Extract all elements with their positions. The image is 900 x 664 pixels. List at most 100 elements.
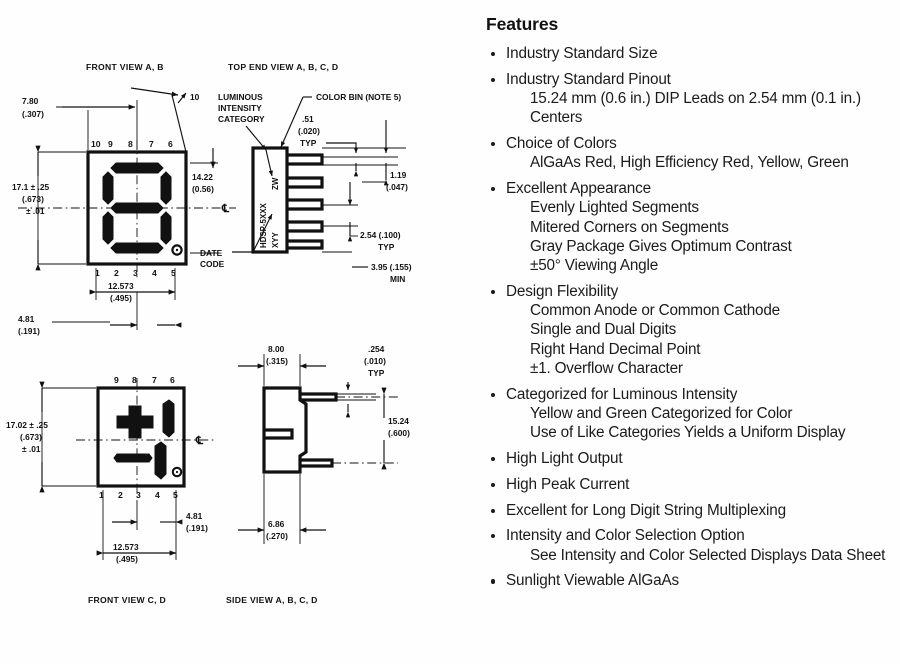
dim-686-inch: (.270) [266,531,288,541]
marking-bin: XYY [271,231,280,248]
bullet-icon [491,579,496,584]
dim-171-value: 17.1 ± .25 [12,182,50,192]
feature-subline: Common Anode or Common Cathode [530,302,780,320]
datasheet-page: .ln{stroke:#111;stroke-width:1.15;fill:n… [0,0,900,664]
dim-51-typ: TYP [300,138,317,148]
dim-span-12573-cd: 12.573 (.495) [96,490,177,564]
dim-395-value: 3.95 (.155) [371,262,412,272]
marking-category: ZW [271,177,280,190]
pin-numbers-bottom-cd: 1 2 3 4 5 [99,490,178,500]
lead-lower-side [300,458,334,468]
feature-subline: Right Hand Decimal Point [530,340,701,358]
feature-label: Industry Standard Size [506,45,658,62]
svg-text:6: 6 [168,139,173,149]
dim-lead-width-119: 1.19 (.047) [322,120,408,192]
feature-subline: 15.24 mm (0.6 in.) DIP Leads on 2.54 mm … [530,90,861,127]
callout-date-code-l1: DATE [200,248,223,258]
svg-text:6: 6 [170,375,175,385]
feature-label: Categorized for Luminous Intensity [506,385,738,403]
feature-item: Design Flexibility Common Anode or Common… [486,282,890,378]
feature-subline: Single and Dual Digits [530,321,677,339]
lead-2-top-end [287,176,324,189]
dim-481-inch: (.191) [18,326,40,336]
dim-254t-value: .254 [368,344,385,354]
callout-date-code-l2: CODE [200,259,225,269]
feature-item: Industry Standard Size [486,44,890,63]
feature-label: Design Flexibility [506,282,619,300]
bullet-icon [491,534,496,539]
dim-pitch-254: 2.54 (.100) TYP [322,182,401,252]
bullet-icon [491,142,496,147]
leader-pin-10: 10 [130,87,200,153]
feature-item: Choice of Colors AlGaAs Red, High Efficie… [486,134,890,173]
mechanical-drawing: .ln{stroke:#111;stroke-width:1.15;fill:n… [0,0,470,664]
feature-label: Sunlight Viewable AlGaAs [506,572,679,590]
feature-item: Sunlight Viewable AlGaAs [486,571,890,590]
svg-text:8: 8 [132,375,137,385]
feature-label: Excellent Appearance [506,180,651,198]
feature-item: Industry Standard Pinout 15.24 mm (0.6 in… [486,70,890,128]
dim-119-value: 1.19 [390,170,407,180]
feature-item: High Peak Current [486,475,890,494]
feature-subline: Mitered Corners on Segments [530,218,729,236]
dim-lead-length-1524: 15.24 (.600) [332,387,410,470]
bullet-icon [491,289,496,295]
feature-label: Intensity and Color Selection Option [506,527,745,545]
svg-text:4: 4 [152,268,157,278]
centerline-symbol-cd: ℄ [195,435,204,447]
dim-body-686: 6.86 (.270) [238,474,326,544]
svg-text:5: 5 [173,490,178,500]
lead-3-top-end [287,198,324,211]
dim-800-value: 8.00 [268,344,285,354]
dim-lead-254: .254 (.010) TYP [336,344,386,418]
caption-front-view-ab: FRONT VIEW A, B [86,62,164,72]
dim-800-inch: (.315) [266,356,288,366]
bullet-icon [491,77,496,82]
dim-119-inch: (.047) [386,182,408,192]
dim-254t-inch: (.010) [364,356,386,366]
dim-width-780: 7.80 (.307) [22,96,138,150]
feature-item: Categorized for Luminous Intensity Yellow… [486,385,890,443]
dim-edge-481: 4.81 (.191) [18,292,182,336]
feature-subline: Evenly Lighted Segments [530,199,699,217]
callout-luminous-intensity: LUMINOUS INTENSITY CATEGORY [218,92,273,177]
dim-depth-800: 8.00 (.315) [238,344,326,386]
dim-12573-cd-value: 12.573 [113,542,139,552]
dim-12573-value: 12.573 [108,281,134,291]
dim-1422-inch: (0.56) [192,184,214,194]
feature-subline: ±1. Overflow Character [530,359,683,377]
bullet-icon [491,457,496,462]
feature-label: Choice of Colors [506,135,617,153]
callout-luminous-l1: LUMINOUS [218,92,263,102]
dim-254-typ: TYP [378,242,395,252]
bullet-icon [491,187,496,192]
dim-686-value: 6.86 [268,519,285,529]
caption-side-view: SIDE VIEW A, B, C, D [226,595,318,605]
feature-item: Excellent for Long Digit String Multiple… [486,501,890,520]
feature-label: Industry Standard Pinout [506,70,671,88]
svg-text:7: 7 [152,375,157,385]
lead-1-top-end [287,153,324,166]
svg-text:3: 3 [136,490,141,500]
caption-top-end-view: TOP END VIEW A, B, C, D [228,62,338,72]
callout-luminous-l3: CATEGORY [218,114,265,124]
dim-254-value: 2.54 (.100) [360,230,401,240]
lead-4-top-end [287,220,324,233]
bullet-icon [491,51,496,57]
centerline-symbol-ab: ℄ [221,203,230,215]
dim-481-value: 4.81 [18,314,35,324]
drawing-svg: .ln{stroke:#111;stroke-width:1.15;fill:n… [6,62,412,605]
bullet-icon [491,482,496,487]
dim-1524-inch: (.600) [388,428,410,438]
dim-12573-cd-inch: (.495) [116,554,138,564]
dim-51-inch: (.020) [298,126,320,136]
feature-subline: Yellow and Green Categorized for Color [530,405,793,423]
svg-text:9: 9 [114,375,119,385]
dim-481-cd-inch: (.191) [186,523,208,533]
pin-numbers-top-cd: 9 8 7 6 [114,375,175,385]
feature-subline: See Intensity and Color Selected Display… [530,546,886,564]
feature-subline: Use of Like Categories Yields a Uniform … [530,424,846,442]
feature-label: High Light Output [506,450,623,468]
svg-text:10: 10 [91,139,101,149]
dim-1524-value: 15.24 [388,416,409,426]
